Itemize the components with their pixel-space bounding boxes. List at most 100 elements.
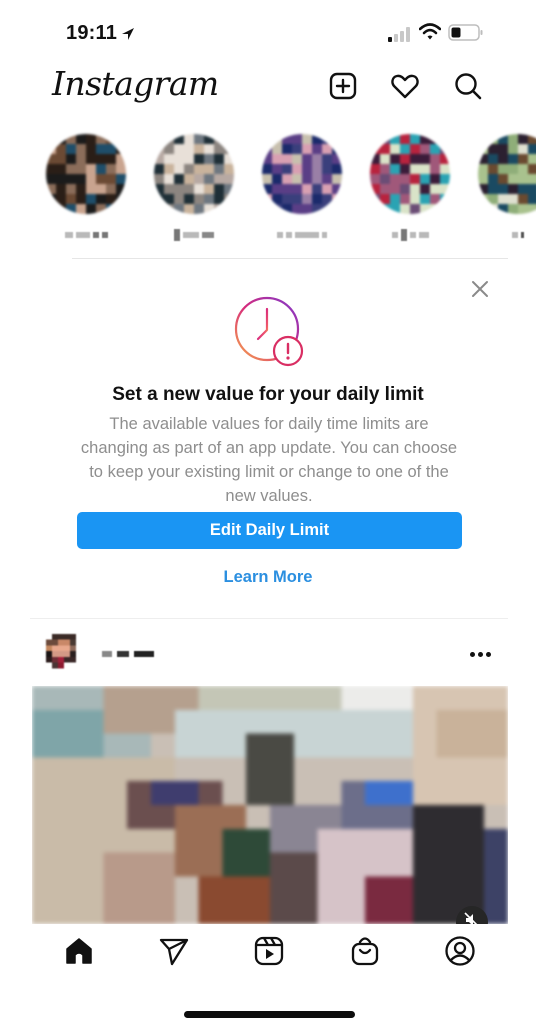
avatar-pixel (430, 144, 440, 154)
avatar-pixel (184, 134, 194, 144)
avatar-pixel (518, 134, 528, 144)
story-username (50, 230, 122, 240)
avatar-pixel (370, 154, 380, 164)
post-author-username[interactable] (102, 651, 154, 657)
avatar-pixel (46, 134, 56, 144)
avatar-pixel (390, 184, 400, 194)
close-button[interactable] (468, 277, 492, 301)
story-item[interactable] (40, 128, 132, 248)
avatar-pixel (164, 164, 174, 174)
learn-more-link[interactable]: Learn More (0, 568, 536, 587)
mute-button[interactable] (456, 906, 488, 924)
edit-daily-limit-button[interactable]: Edit Daily Limit (77, 512, 462, 549)
avatar-pixel (332, 154, 342, 164)
close-icon (468, 281, 492, 305)
tab-profile[interactable] (442, 935, 478, 971)
avatar-pixel (86, 194, 96, 204)
post-header (30, 630, 508, 680)
avatar-pixel (312, 134, 322, 144)
avatar-pixel (56, 174, 66, 184)
avatar-pixel (410, 154, 420, 164)
avatar-pixel (390, 154, 400, 164)
avatar-pixel (312, 184, 322, 194)
tab-reels[interactable] (251, 935, 287, 971)
avatar-pixel (194, 134, 204, 144)
avatar-pixel (390, 144, 400, 154)
avatar-pixel (174, 164, 184, 174)
post-video[interactable] (32, 686, 508, 924)
avatar-pixel (498, 204, 508, 214)
avatar-pixel (440, 184, 450, 194)
avatar-pixel (370, 174, 380, 184)
avatar-pixel (488, 144, 498, 154)
heart-icon (390, 71, 420, 106)
card-description: The available values for daily time limi… (80, 415, 458, 505)
avatar-pixel (204, 174, 214, 184)
avatar-pixel (164, 174, 174, 184)
avatar-pixel (312, 174, 322, 184)
avatar-pixel (272, 194, 282, 204)
avatar-pixel (106, 204, 116, 214)
avatar-pixel (400, 134, 410, 144)
avatar-pixel (214, 144, 224, 154)
avatar-pixel (282, 184, 292, 194)
avatar-pixel (440, 134, 450, 144)
avatar-pixel (488, 184, 498, 194)
avatar-pixel (116, 204, 126, 214)
avatar-pixel (86, 164, 96, 174)
instagram-logo[interactable]: Instagram (52, 64, 219, 103)
avatar-pixel (518, 144, 528, 154)
avatar-pixel (478, 134, 488, 144)
avatar-pixel (380, 174, 390, 184)
new-post-button[interactable] (327, 72, 359, 104)
avatar-pixel (56, 134, 66, 144)
avatar-pixel (332, 144, 342, 154)
bottom-tab-bar (0, 925, 536, 983)
avatar-pixel (302, 154, 312, 164)
post-author-avatar[interactable] (46, 634, 82, 674)
avatar-pixel (518, 194, 528, 204)
tab-shop[interactable] (347, 935, 383, 971)
avatar-pixel (440, 154, 450, 164)
avatar-pixel (96, 154, 106, 164)
avatar-pixel (46, 164, 56, 174)
avatar-pixel (204, 194, 214, 204)
avatar-pixel (224, 194, 234, 204)
tab-home[interactable] (61, 935, 97, 971)
avatar-pixel (214, 134, 224, 144)
avatar-pixel (498, 134, 508, 144)
home-indicator[interactable] (184, 1011, 355, 1018)
avatar-pixel (164, 184, 174, 194)
story-item[interactable] (148, 128, 240, 248)
avatar-pixel (292, 174, 302, 184)
avatar-pixel (400, 154, 410, 164)
status-bar: 19:11 (0, 18, 536, 48)
story-item[interactable] (472, 128, 536, 248)
avatar-pixel (184, 204, 194, 214)
tab-direct[interactable] (156, 935, 192, 971)
avatar-pixel (194, 204, 204, 214)
post-options-button[interactable] (466, 644, 494, 664)
avatar-pixel (528, 134, 536, 144)
shopping-bag-icon (349, 935, 381, 972)
avatar-pixel (410, 144, 420, 154)
avatar-pixel (478, 184, 488, 194)
battery-icon (448, 24, 484, 41)
avatar-pixel (204, 154, 214, 164)
search-button[interactable] (452, 72, 484, 104)
avatar-pixel (282, 154, 292, 164)
avatar-pixel (46, 184, 56, 194)
avatar-pixel (66, 144, 76, 154)
avatar-pixel (410, 134, 420, 144)
story-item[interactable] (364, 128, 456, 248)
avatar-pixel (430, 204, 440, 214)
more-horizontal-icon (469, 651, 491, 657)
activity-button[interactable] (389, 72, 421, 104)
story-item[interactable] (256, 128, 348, 248)
avatar-pixel (174, 194, 184, 204)
avatar-pixel (282, 134, 292, 144)
avatar-pixel (56, 164, 66, 174)
cellular-signal-icon (387, 26, 413, 42)
avatar-pixel (56, 154, 66, 164)
avatar-pixel (46, 194, 56, 204)
